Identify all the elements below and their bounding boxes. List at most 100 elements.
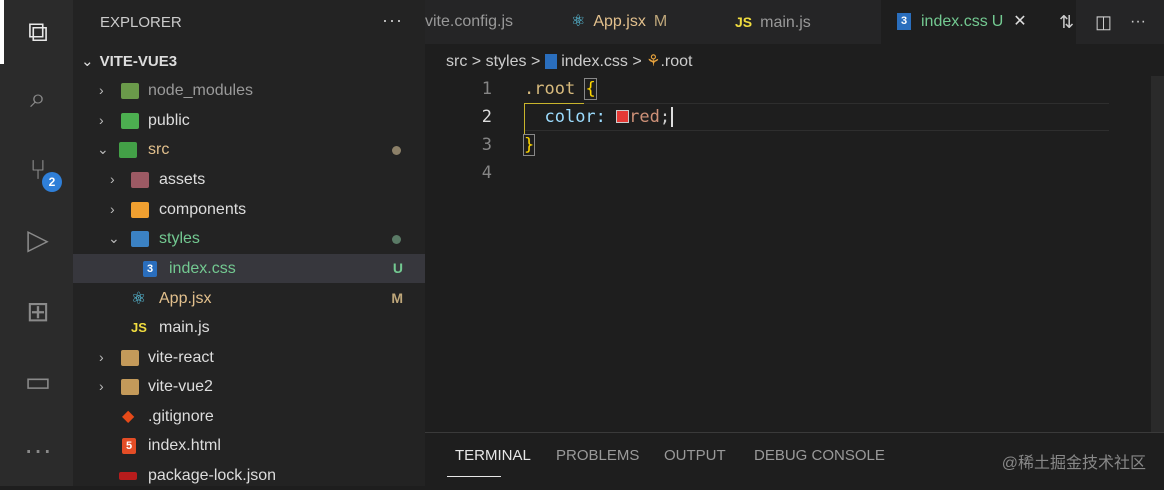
- code-line-3[interactable]: }: [522, 134, 536, 156]
- tree-item-label: vite-react: [148, 349, 214, 366]
- tab-status: M: [653, 13, 668, 30]
- scm-badge: 2: [42, 172, 62, 192]
- line-number: 1: [481, 79, 492, 99]
- run-debug-icon[interactable]: ▷: [20, 222, 56, 258]
- tree-item-node-modules[interactable]: › node_modules: [73, 76, 425, 105]
- chevron-right-icon: ›: [110, 201, 115, 217]
- close-brace: }: [522, 134, 536, 156]
- tab-label: main.js: [760, 14, 811, 31]
- line-number: 4: [481, 163, 492, 183]
- git-icon: ◆: [122, 408, 135, 425]
- tab-main-js[interactable]: JS main.js: [735, 0, 885, 44]
- tab-index-css[interactable]: 3 index.css U ✕: [881, 0, 1076, 44]
- remote-explorer-icon[interactable]: ▭: [20, 364, 56, 400]
- tree-item-label: components: [159, 201, 247, 218]
- explorer-icon[interactable]: ⧉: [20, 14, 56, 50]
- folder-components-icon: [131, 202, 149, 218]
- activity-bar: ⧉ ⌕ ⑂ 2 ▷ ⊞ ▭ ···: [0, 0, 73, 486]
- tab-app-jsx[interactable]: ⚛ App.jsx M: [571, 0, 721, 44]
- code-line-2[interactable]: color: red;: [524, 107, 674, 127]
- breadcrumb-separator: >: [471, 53, 482, 70]
- html-file-icon: 5: [122, 438, 136, 454]
- folder-public-icon: [121, 113, 139, 129]
- css-file-icon: [544, 54, 557, 70]
- breadcrumb-separator: >: [632, 53, 642, 70]
- editor-tabs: vite.config.js ⚛ App.jsx M JS main.js 3 inde…: [425, 0, 1164, 44]
- close-icon[interactable]: ✕: [1013, 13, 1026, 30]
- search-icon[interactable]: ⌕: [20, 80, 56, 116]
- tab-label: vite.config.js: [425, 13, 514, 30]
- folder-node-icon: [121, 83, 139, 99]
- tab-problems[interactable]: PROBLEMS: [556, 447, 639, 464]
- breadcrumb-separator: >: [530, 53, 541, 70]
- tree-item-vite-react[interactable]: › vite-react: [73, 343, 425, 372]
- more-actions-icon[interactable]: ···: [1130, 0, 1146, 44]
- tree-item-label: main.js: [159, 319, 210, 336]
- chevron-right-icon: ›: [99, 112, 104, 128]
- watermark: @稀土掘金技术社区: [1001, 455, 1146, 472]
- css-value: red: [629, 107, 660, 127]
- tree-item-index-html[interactable]: 5 index.html: [73, 431, 425, 460]
- tree-item-app-jsx[interactable]: ⚛ App.jsx M: [73, 284, 425, 313]
- folder-styles-icon: [131, 231, 149, 247]
- code-line-1[interactable]: .root {: [524, 78, 597, 100]
- untracked-dot: [392, 235, 401, 244]
- tree-item-styles[interactable]: ⌄ styles: [73, 224, 425, 253]
- chevron-down-icon: ⌄: [81, 53, 94, 70]
- tab-vite-config[interactable]: vite.config.js: [425, 0, 555, 44]
- tree-item-label: src: [148, 141, 170, 158]
- tree-item-label: App.jsx: [159, 290, 212, 307]
- tree-item-label: styles: [159, 230, 200, 247]
- workspace-name: VITE-VUE3: [99, 53, 178, 70]
- editor-scrollbar[interactable]: [1151, 76, 1164, 432]
- react-icon: ⚛: [571, 13, 586, 30]
- tab-status: U: [991, 13, 1004, 30]
- tree-item-vite-vue2[interactable]: › vite-vue2: [73, 372, 425, 401]
- chevron-down-icon: ⌄: [108, 230, 120, 246]
- chevron-right-icon: ›: [99, 378, 104, 394]
- line-number: 3: [481, 135, 492, 155]
- breadcrumb-item[interactable]: .root: [660, 53, 692, 70]
- tree-item-components[interactable]: › components: [73, 195, 425, 224]
- chevron-right-icon: ›: [99, 82, 104, 98]
- tree-item-main-js[interactable]: JS main.js: [73, 313, 425, 342]
- line-number: 2: [481, 107, 492, 127]
- explorer-sidebar: EXPLORER ··· ⌄ VITE-VUE3 › node_modules › p…: [73, 0, 425, 486]
- git-status: M: [391, 290, 403, 306]
- bottom-panel: TERMINAL PROBLEMS OUTPUT DEBUG CONSOLE @…: [425, 432, 1164, 486]
- tree-item-index-css[interactable]: 3 index.css U: [73, 254, 425, 283]
- more-icon[interactable]: ···: [20, 432, 56, 468]
- text-cursor: [671, 107, 674, 127]
- tab-terminal[interactable]: TERMINAL: [455, 447, 531, 464]
- tab-label: App.jsx: [593, 13, 646, 30]
- explorer-title: EXPLORER: [100, 14, 182, 31]
- active-tab-underline: [447, 476, 501, 477]
- tree-item-public[interactable]: › public: [73, 106, 425, 135]
- breadcrumb-item[interactable]: index.css: [561, 53, 628, 70]
- breadcrumb-item[interactable]: src: [446, 53, 467, 70]
- modified-dot: [392, 146, 401, 155]
- tab-debug-console[interactable]: DEBUG CONSOLE: [754, 447, 885, 464]
- chevron-right-icon: ›: [99, 349, 104, 365]
- split-editor-icon[interactable]: ◫: [1095, 0, 1112, 44]
- compare-changes-icon[interactable]: ⇅: [1059, 0, 1074, 44]
- active-indicator: [0, 0, 4, 64]
- js-file-icon: JS: [131, 320, 147, 335]
- folder-icon: [121, 379, 139, 395]
- chevron-down-icon: ⌄: [97, 141, 109, 157]
- tree-item-assets[interactable]: › assets: [73, 165, 425, 194]
- workspace-root[interactable]: ⌄ VITE-VUE3: [81, 52, 177, 70]
- bracket-guide: [524, 103, 584, 104]
- color-swatch[interactable]: [616, 110, 630, 123]
- tab-output[interactable]: OUTPUT: [664, 447, 726, 464]
- explorer-more-button[interactable]: ···: [382, 10, 403, 31]
- css-file-icon: 3: [143, 261, 157, 277]
- breadcrumb-item[interactable]: styles: [486, 53, 527, 70]
- folder-assets-icon: [131, 172, 149, 188]
- tree-item-label: index.css: [169, 260, 236, 277]
- tree-item-label: index.html: [148, 437, 221, 454]
- tree-item-src[interactable]: ⌄ src: [73, 135, 425, 164]
- folder-src-icon: [119, 142, 137, 158]
- extensions-icon[interactable]: ⊞: [20, 294, 56, 330]
- tree-item-gitignore[interactable]: ◆ .gitignore: [73, 402, 425, 431]
